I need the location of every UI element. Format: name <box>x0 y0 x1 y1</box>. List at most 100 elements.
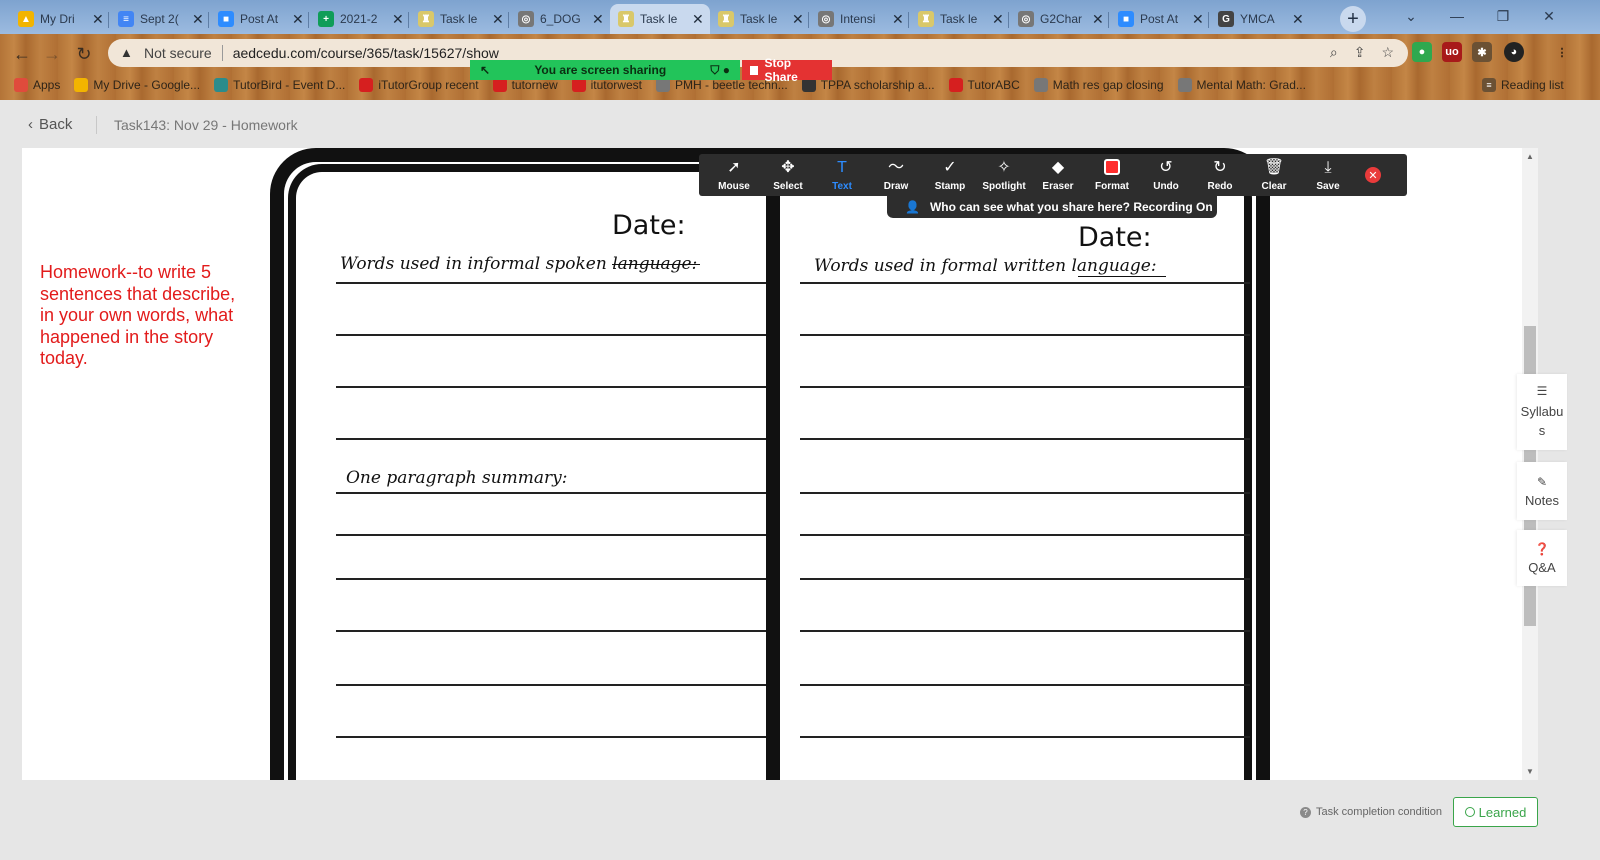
undo-icon: ↺ <box>1159 158 1173 176</box>
pencil-icon: ✎ <box>1536 474 1548 489</box>
question-icon: ❓ <box>1534 541 1550 556</box>
bookmark-item[interactable]: Apps <box>14 78 60 92</box>
browser-tab[interactable]: ♜ Task le ✕ <box>710 4 810 34</box>
bookmark-favicon-icon <box>74 78 89 92</box>
browser-tab[interactable]: ♜ Task le ✕ <box>410 4 510 34</box>
bookmark-item[interactable]: Mental Math: Grad... <box>1177 78 1306 92</box>
annotation-tool-undo[interactable]: ↺ Undo <box>1139 154 1193 196</box>
menu-kebab-icon[interactable]: ⋮ <box>1552 42 1572 62</box>
bookmark-item[interactable]: itutorwest <box>571 78 642 92</box>
tab-close-icon[interactable]: ✕ <box>492 11 504 28</box>
annotation-tool-text[interactable]: T Text <box>815 154 869 196</box>
shield-icon: ⛉ ● <box>710 62 730 77</box>
bookmark-item[interactable]: Math res gap closing <box>1033 78 1164 92</box>
tab-close-icon[interactable]: ✕ <box>1092 11 1104 28</box>
save-icon: ⤓ <box>1324 158 1332 176</box>
tab-close-icon[interactable]: ✕ <box>392 11 404 28</box>
completion-condition[interactable]: ? Task completion condition <box>1300 806 1442 818</box>
bookmark-favicon-icon <box>14 78 28 92</box>
puzzle-icon[interactable]: ✱ <box>1472 42 1492 62</box>
bookmark-star-icon[interactable]: ☆ <box>1381 44 1394 61</box>
forward-arrow-icon[interactable]: → <box>40 42 64 66</box>
annotation-tool-select[interactable]: ✥ Select <box>761 154 815 196</box>
learned-button[interactable]: Learned <box>1453 797 1538 827</box>
annotation-tool-draw[interactable]: 〜 Draw <box>869 154 923 196</box>
back-arrow-icon[interactable]: ← <box>10 42 34 66</box>
browser-tab[interactable]: ◎ 6_DOG ✕ <box>510 4 610 34</box>
restore-button[interactable]: ❐ <box>1480 0 1526 32</box>
annotation-tool-mouse[interactable]: ➚ Mouse <box>707 154 761 196</box>
tab-close-icon[interactable]: ✕ <box>192 11 204 28</box>
browser-tab[interactable]: ◎ G2Char ✕ <box>1010 4 1110 34</box>
tab-search-icon[interactable]: ⌄ <box>1388 0 1434 32</box>
bookmark-item[interactable]: TutorBird - Event D... <box>214 78 345 92</box>
bookmark-item[interactable]: tutornew <box>492 78 558 92</box>
syllabus-tab[interactable]: ☰ Syllabus <box>1517 374 1567 450</box>
window-close-button[interactable]: ✕ <box>1526 0 1572 32</box>
browser-tab[interactable]: ◎ Intensi ✕ <box>810 4 910 34</box>
tab-close-icon[interactable]: ✕ <box>1192 11 1204 28</box>
tab-favicon-icon: ■ <box>1118 11 1134 27</box>
back-button[interactable]: ‹ Back <box>28 116 72 133</box>
tab-close-icon[interactable]: ✕ <box>1292 11 1304 28</box>
new-tab-button[interactable]: + <box>1340 6 1366 32</box>
minimize-button[interactable]: — <box>1434 0 1480 32</box>
browser-tab[interactable]: +2021-2 ✕ <box>310 4 410 34</box>
screen-sharing-indicator[interactable]: ↖ You are screen sharing ⛉ ● <box>470 60 740 80</box>
annotation-tool-redo[interactable]: ↻ Redo <box>1193 154 1247 196</box>
scroll-up-icon[interactable]: ▲ <box>1526 152 1534 161</box>
tab-favicon-icon: ♜ <box>718 11 734 27</box>
annotation-tool-save[interactable]: ⤓ Save <box>1301 154 1355 196</box>
annotation-tool-format[interactable]: Format <box>1085 154 1139 196</box>
bookmark-favicon-icon <box>214 78 229 92</box>
clear-icon: 🗑 <box>1263 158 1285 176</box>
recording-banner[interactable]: 👤 Who can see what you share here? Recor… <box>887 196 1217 218</box>
browser-tab[interactable]: ♜ Task le ✕ <box>610 4 710 34</box>
bookmark-favicon-icon <box>655 78 670 92</box>
scroll-down-icon[interactable]: ▼ <box>1526 767 1534 776</box>
bookmark-item[interactable]: My Drive - Google... <box>74 78 200 92</box>
annotation-tool-spotlight[interactable]: ✧ Spotlight <box>977 154 1031 196</box>
bookmark-favicon-icon <box>1033 78 1048 92</box>
browser-tab[interactable]: ■ Post At ✕ <box>1110 4 1210 34</box>
annotation-tool-stamp[interactable]: ✓ Stamp <box>923 154 977 196</box>
qa-tab[interactable]: ❓ Q&A <box>1517 530 1567 586</box>
reading-list[interactable]: ≡ Reading list <box>1482 78 1564 92</box>
bookmark-favicon-icon <box>1177 78 1192 92</box>
zoom-icon[interactable]: ⌕ <box>1330 44 1338 61</box>
chevron-left-icon: ‹ <box>28 116 33 133</box>
tab-close-icon[interactable]: ✕ <box>992 11 1004 28</box>
homework-annotation: Homework--to write 5 sentences that desc… <box>40 262 236 368</box>
share-icon[interactable]: ⇪ <box>1354 44 1366 61</box>
stop-share-button[interactable]: Stop Share <box>742 56 832 84</box>
bookmark-item[interactable]: iTutorGroup recent <box>359 78 479 92</box>
browser-tab[interactable]: ♜ Task le ✕ <box>910 4 1010 34</box>
bookmark-item[interactable]: TutorABC <box>948 78 1020 92</box>
bookmark-favicon-icon <box>492 78 507 92</box>
tab-close-icon[interactable]: ✕ <box>92 11 104 28</box>
profile-avatar[interactable]: ◕ <box>1504 42 1524 62</box>
browser-tab[interactable]: ≡ Sept 2(✕ <box>110 4 210 34</box>
browser-tab[interactable]: ■ Post At ✕ <box>210 4 310 34</box>
browser-tab[interactable]: G YMCA ✕ <box>1210 4 1310 34</box>
annotation-tool-clear[interactable]: 🗑 Clear <box>1247 154 1301 196</box>
reload-icon[interactable]: ↻ <box>72 42 96 66</box>
tab-favicon-icon: + <box>318 11 334 27</box>
stamp-icon: ✓ <box>943 158 957 176</box>
tab-favicon-icon: ♜ <box>618 11 634 27</box>
tab-close-icon[interactable]: ✕ <box>892 11 904 28</box>
url-text[interactable]: aedcedu.com/course/365/task/15627/show <box>233 45 499 61</box>
select-icon: ✥ <box>781 158 795 176</box>
extension-icon[interactable]: ● <box>1412 42 1432 62</box>
tab-close-icon[interactable]: ✕ <box>792 11 804 28</box>
tab-close-icon[interactable]: ✕ <box>292 11 304 28</box>
drag-handle-icon[interactable]: ↖ <box>480 63 490 77</box>
annotation-tool-eraser[interactable]: ◆ Eraser <box>1031 154 1085 196</box>
bookmark-favicon-icon <box>359 78 374 92</box>
close-annotation-icon[interactable]: ✕ <box>1365 167 1381 183</box>
ublock-icon[interactable]: uo <box>1442 42 1462 62</box>
notes-tab[interactable]: ✎ Notes <box>1517 462 1567 520</box>
browser-tab[interactable]: ▲ My Dri ✕ <box>10 4 110 34</box>
tab-close-icon[interactable]: ✕ <box>592 11 604 28</box>
tab-close-icon[interactable]: ✕ <box>692 11 704 28</box>
